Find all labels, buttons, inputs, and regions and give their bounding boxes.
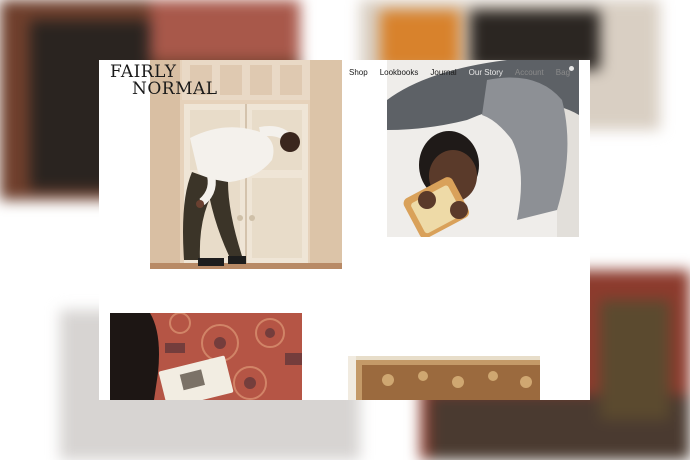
nav-account[interactable]: Account <box>515 68 544 77</box>
brand-logo[interactable]: FAIRLY NORMAL <box>110 64 218 98</box>
photo-illustration <box>387 60 579 237</box>
nav-our-story[interactable]: Our Story <box>469 68 503 77</box>
bag-count-badge <box>569 66 575 71</box>
photo-illustration <box>110 313 302 400</box>
nav-lookbooks[interactable]: Lookbooks <box>380 68 419 77</box>
man-holding-book-photo[interactable] <box>387 60 579 237</box>
nav-shop[interactable]: Shop <box>349 68 368 77</box>
bg-block <box>150 0 300 60</box>
ornate-frame-photo[interactable] <box>348 356 540 400</box>
main-nav: Shop Lookbooks Journal Our Story Account… <box>349 66 582 77</box>
photo-illustration <box>348 356 540 400</box>
website-frame: FAIRLY NORMAL Shop Lookbooks Journal Our… <box>99 60 590 400</box>
nav-journal[interactable]: Journal <box>430 68 456 77</box>
person-reading-on-rug-photo[interactable] <box>110 313 302 400</box>
logo-line-2: NORMAL <box>132 79 218 99</box>
nav-bag-label: Bag <box>555 68 571 77</box>
nav-bag[interactable]: Bag <box>555 66 575 77</box>
bg-block <box>600 300 670 420</box>
